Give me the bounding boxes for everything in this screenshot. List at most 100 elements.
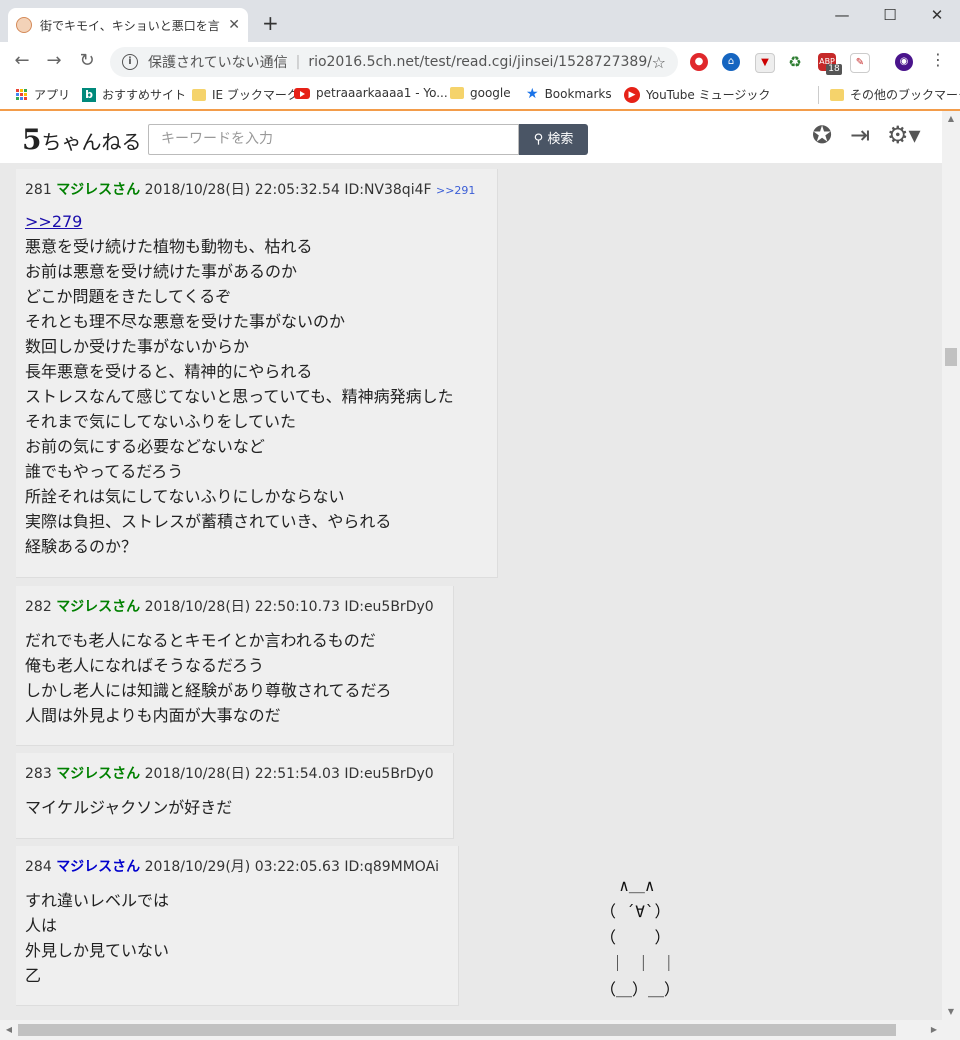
extension-trend-icon[interactable]: ●	[690, 53, 708, 71]
search-button[interactable]: ⚲ 検索	[519, 124, 588, 155]
bing-icon: b	[82, 87, 96, 102]
extension-badge: 18	[826, 64, 842, 75]
poster-name[interactable]: マジレスさん	[56, 859, 140, 875]
post-line: それとも理不尽な悪意を受けた事がないのか	[25, 312, 346, 331]
bookmark-label: おすすめサイト	[102, 88, 187, 102]
post-line: 俺も老人になればそうなるだろう	[25, 656, 265, 675]
folder-icon	[450, 87, 464, 99]
browser-toolbar: ← → ↻ i 保護されていない通信 | rio2016.5ch.net/tes…	[0, 42, 960, 80]
login-icon[interactable]: ⇥	[850, 121, 870, 149]
extension-bank-icon[interactable]: ⌂	[722, 53, 740, 71]
bookmark-ie[interactable]: IE ブックマーク	[192, 86, 299, 103]
scroll-up-arrow-icon[interactable]: ▲	[942, 111, 960, 127]
vertical-scroll-thumb[interactable]	[945, 348, 957, 366]
post-number[interactable]: 282	[25, 599, 52, 615]
bookmark-label: Bookmarks	[544, 87, 612, 101]
bookmarks-bar: アプリ b おすすめサイト IE ブックマーク petraaarkaaaa1 -…	[0, 80, 960, 111]
horizontal-scrollbar[interactable]: ◀ ▶	[0, 1020, 960, 1040]
bookmark-youtube-music[interactable]: ▶ YouTube ミュージック	[624, 86, 770, 103]
back-arrow-icon[interactable]: ←	[10, 50, 34, 72]
post-body: マイケルジャクソンが好きだ	[25, 795, 444, 820]
post-line: 人間は外見よりも内面が大事なのだ	[25, 706, 281, 725]
folder-icon	[192, 88, 206, 101]
extension-shield-icon[interactable]: ▼	[755, 53, 775, 73]
address-separator: |	[295, 54, 301, 70]
bookmark-label: google	[470, 86, 511, 100]
bookmark-label: アプリ	[34, 88, 71, 102]
post-line: だれでも老人になるとキモイとか言われるものだ	[25, 631, 376, 650]
bookmark-other[interactable]: その他のブックマーク	[830, 86, 960, 103]
post-lines: マイケルジャクソンが好きだ	[25, 795, 444, 820]
youtube-music-icon: ▶	[624, 86, 640, 103]
poster-name: マジレスさん	[56, 599, 141, 615]
bookmark-bookmarks[interactable]: ★ Bookmarks	[526, 86, 612, 102]
browser-titlebar: 街でキモイ、キショいと悪口を言われる ✕ + — ☐ ✕	[0, 0, 960, 42]
post-283: 283 マジレスさん 2018/10/28(日) 22:51:54.03 ID:…	[16, 753, 454, 839]
security-label: 保護されていない通信	[148, 55, 288, 71]
poster-name: マジレスさん	[56, 766, 141, 782]
post-date: 2018/10/28(日) 22:05:32.54	[144, 182, 340, 198]
post-line: 所詮それは気にしてないふりにしかならない	[25, 487, 345, 506]
post-line: 経験あるのか？	[25, 537, 138, 556]
bookmark-apps[interactable]: アプリ	[16, 86, 70, 103]
tab-title: 街でキモイ、キショいと悪口を言われる	[40, 18, 220, 33]
extension-pdf-icon[interactable]: ✎	[850, 53, 870, 73]
close-window-button[interactable]: ✕	[922, 6, 952, 24]
post-line: 乙	[25, 966, 42, 985]
reply-link[interactable]: >>291	[436, 184, 475, 197]
award-icon[interactable]: ✪	[812, 121, 832, 149]
settings-gear-icon[interactable]: ⚙▾	[887, 121, 921, 149]
search-input[interactable]: キーワードを入力	[148, 124, 519, 155]
new-tab-button[interactable]: +	[262, 13, 279, 33]
horizontal-scroll-thumb[interactable]	[18, 1024, 896, 1036]
tab-close-icon[interactable]: ✕	[228, 17, 240, 33]
post-line: 人は	[25, 916, 58, 935]
post-line: しかし老人には知識と経験があり尊敬されてるだろ	[25, 681, 392, 700]
browser-tab[interactable]: 街でキモイ、キショいと悪口を言われる ✕	[8, 8, 248, 42]
site-logo[interactable]: 5ちゃんねる	[22, 123, 141, 156]
bookmark-osusume[interactable]: b おすすめサイト	[82, 86, 186, 103]
post-number[interactable]: 284	[25, 859, 52, 875]
url-text[interactable]: rio2016.5ch.net/test/read.cgi/jinsei/152…	[308, 54, 651, 70]
info-icon[interactable]: i	[122, 54, 138, 70]
minimize-button[interactable]: —	[827, 6, 857, 24]
maximize-button[interactable]: ☐	[875, 6, 905, 24]
apps-icon	[16, 88, 28, 101]
vertical-scrollbar[interactable]: ▲ ▼	[942, 111, 960, 1020]
logo-text: ちゃんねる	[41, 130, 142, 154]
youtube-icon	[294, 87, 310, 99]
extension-recycle-icon[interactable]: ♻	[786, 53, 804, 71]
bookmark-google[interactable]: google	[450, 86, 511, 100]
bookmark-youtube-channel[interactable]: petraaarkaaaa1 - Yo...	[294, 86, 448, 100]
post-line: 数回しか受けた事がないからか	[25, 337, 250, 356]
forward-arrow-icon[interactable]: →	[42, 50, 66, 72]
post-line: お前は悪意を受け続けた事があるのか	[25, 262, 298, 281]
post-line: すれ違いレベルでは	[25, 891, 170, 910]
post-line: マイケルジャクソンが好きだ	[25, 798, 233, 817]
poster-id[interactable]: ID:eu5BrDy0	[344, 599, 433, 615]
post-number[interactable]: 281	[25, 182, 52, 198]
poster-id[interactable]: ID:q89MMOAi	[344, 859, 439, 875]
post-line: それまで気にしてないふりをしていた	[25, 412, 297, 431]
poster-id[interactable]: ID:eu5BrDy0	[344, 766, 433, 782]
address-bar[interactable]: i 保護されていない通信 | rio2016.5ch.net/test/read…	[110, 47, 678, 77]
post-line: 外見しか見ていない	[25, 941, 170, 960]
profile-avatar-icon[interactable]: ◉	[895, 53, 913, 71]
poster-id[interactable]: ID:NV38qi4F	[344, 182, 431, 198]
bookmark-divider	[818, 86, 819, 104]
scroll-left-arrow-icon[interactable]: ◀	[1, 1022, 17, 1038]
scroll-right-arrow-icon[interactable]: ▶	[926, 1022, 942, 1038]
bookmark-label: YouTube ミュージック	[646, 88, 771, 102]
browser-menu-icon[interactable]: ⋮	[930, 50, 946, 69]
post-meta: 282 マジレスさん 2018/10/28(日) 22:50:10.73 ID:…	[25, 596, 444, 616]
logo-number: 5	[22, 123, 42, 156]
reload-icon[interactable]: ↻	[75, 50, 99, 72]
post-line: 誰でもやってるだろう	[25, 462, 184, 481]
post-line: どこか問題をきたしてくるぞ	[25, 287, 232, 306]
scroll-down-arrow-icon[interactable]: ▼	[942, 1004, 960, 1020]
site-favicon-icon	[16, 17, 32, 33]
bookmark-star-icon[interactable]: ☆	[652, 53, 666, 72]
anchor-link[interactable]: >>279	[25, 209, 488, 234]
post-date: 2018/10/28(日) 22:50:10.73	[144, 599, 340, 615]
post-number[interactable]: 283	[25, 766, 52, 782]
